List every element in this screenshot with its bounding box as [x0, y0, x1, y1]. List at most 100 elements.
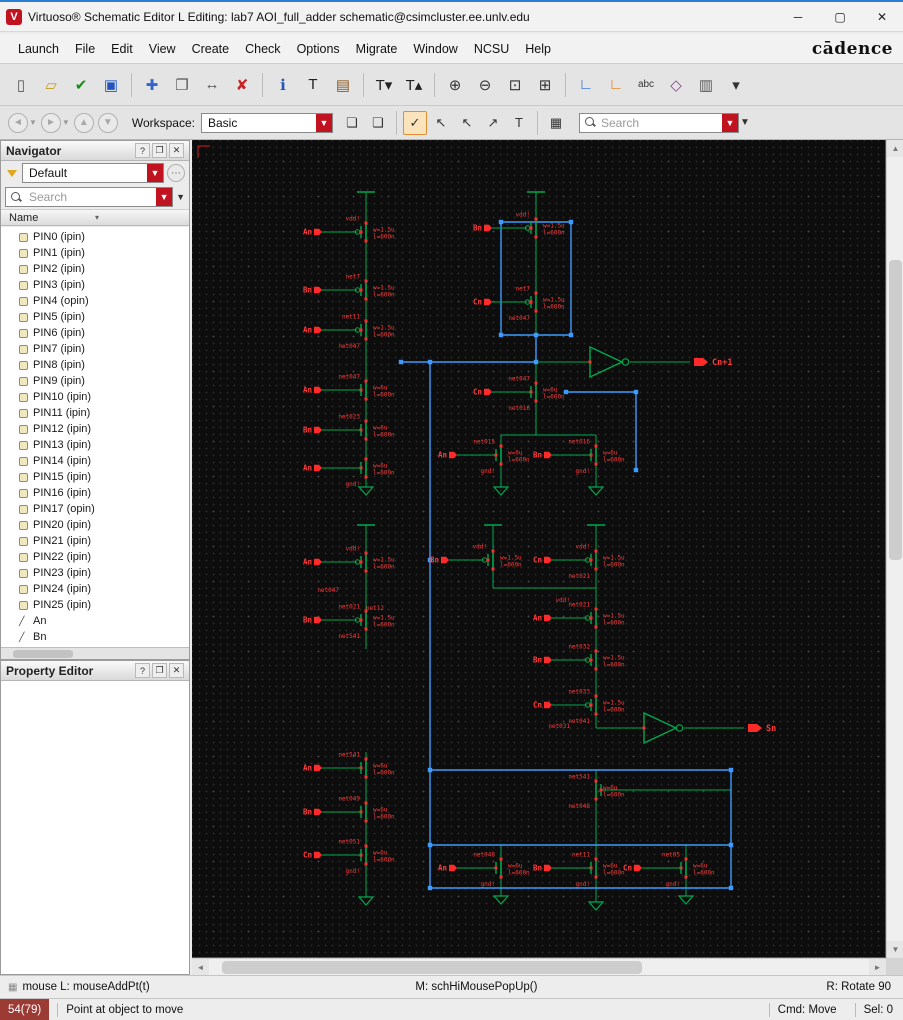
tree-item-pin3[interactable]: PIN3 (ipin) [7, 277, 189, 293]
tree-item-pin12[interactable]: PIN12 (ipin) [7, 421, 189, 437]
workspace-save-button[interactable]: ❏ [340, 111, 364, 135]
property-editor-help-button[interactable]: ? [135, 663, 150, 678]
scroll-up-icon[interactable]: ▲ [887, 140, 903, 157]
tree-item-pin4[interactable]: PIN4 (opin) [7, 293, 189, 309]
minimize-button[interactable]: ─ [777, 2, 819, 31]
zoom-fit-button[interactable]: ⊡ [501, 71, 529, 99]
property-editor-float-button[interactable]: ❐ [152, 663, 167, 678]
scroll-left-icon[interactable]: ◄ [192, 959, 209, 976]
tree-item-pin20[interactable]: PIN20 (ipin) [7, 517, 189, 533]
tree-item-pin13[interactable]: PIN13 (ipin) [7, 437, 189, 453]
menu-view[interactable]: View [141, 38, 184, 60]
tree-header[interactable]: Name ▾ [1, 209, 189, 226]
tree-item-pin15[interactable]: PIN15 (ipin) [7, 469, 189, 485]
tree-item-pin7[interactable]: PIN7 (ipin) [7, 341, 189, 357]
tree-item-pin14[interactable]: PIN14 (ipin) [7, 453, 189, 469]
nav-forward-button[interactable]: ► [40, 112, 61, 133]
navigator-search-input[interactable]: Search ▼ [5, 187, 174, 207]
delete-button[interactable]: ✘ [228, 71, 256, 99]
tree-item-pin21[interactable]: PIN21 (ipin) [7, 533, 189, 549]
hierarchy-up-button[interactable]: ▲ [73, 112, 94, 133]
probe-select-button[interactable]: ↗ [481, 111, 505, 135]
toolbar-overflow-icon[interactable]: ▼ [740, 117, 750, 128]
menu-create[interactable]: Create [184, 38, 238, 60]
navigator-collapse-icon[interactable]: ▼ [176, 192, 185, 202]
tree-item-pin11[interactable]: PIN11 (ipin) [7, 405, 189, 421]
hscroll-thumb[interactable] [222, 961, 642, 974]
vscroll-thumb[interactable] [889, 260, 902, 560]
tree-item-pin9[interactable]: PIN9 (ipin) [7, 373, 189, 389]
copy-button[interactable]: ❐ [168, 71, 196, 99]
hierarchy-down-button[interactable]: ▼ [97, 112, 118, 133]
tree-item-pin16[interactable]: PIN16 (ipin) [7, 485, 189, 501]
close-button[interactable]: ✕ [861, 2, 903, 31]
schematic-svg[interactable]: Anvdd!w=1.5ul=600nBnnet7w=1.5ul=600nAnne… [192, 140, 886, 960]
tree-item-bn[interactable]: ╱ Bn [7, 629, 189, 645]
tree-item-pin10[interactable]: PIN10 (ipin) [7, 389, 189, 405]
canvas-hscrollbar[interactable]: ◄ ► [192, 958, 886, 976]
navigator-more-button[interactable]: ⋯ [167, 164, 185, 182]
full-select-button[interactable]: ↖ [455, 111, 479, 135]
create-label-button[interactable]: T [299, 71, 327, 99]
navigator-hscrollbar[interactable] [1, 647, 189, 659]
create-label-abc-button[interactable]: abc [632, 71, 660, 99]
navigator-close-button[interactable]: ✕ [169, 143, 184, 158]
check-and-save-button[interactable]: ✔ [67, 71, 95, 99]
text-select-button[interactable]: T [507, 111, 531, 135]
save-button[interactable]: ▣ [97, 71, 125, 99]
create-pin-button[interactable]: ◇ [662, 71, 690, 99]
tree-item-pin24[interactable]: PIN24 (ipin) [7, 581, 189, 597]
toolbar-search-caret-icon[interactable]: ▼ [721, 113, 738, 132]
navigator-filter-caret-icon[interactable]: ▼ [147, 164, 163, 182]
stretch-button[interactable]: ↔ [198, 71, 226, 99]
navigator-search-caret-icon[interactable]: ▼ [156, 188, 173, 206]
tree-item-pin5[interactable]: PIN5 (ipin) [7, 309, 189, 325]
navigator-filter-select[interactable]: Default ▼ [22, 163, 164, 183]
schematic-canvas[interactable]: An vdd! w=1.5u l=600n Bn net7 w=1.5u l=600n An ne… [192, 140, 886, 958]
canvas-vscrollbar[interactable]: ▲ ▼ [886, 140, 903, 958]
menu-migrate[interactable]: Migrate [348, 38, 406, 60]
workspace-caret-icon[interactable]: ▼ [315, 113, 332, 132]
menu-check[interactable]: Check [237, 38, 288, 60]
zoom-out-button[interactable]: ⊖ [471, 71, 499, 99]
text-smaller-button[interactable]: T▾ [370, 71, 398, 99]
navigator-float-button[interactable]: ❐ [152, 143, 167, 158]
tree-item-pin25[interactable]: PIN25 (ipin) [7, 597, 189, 613]
toolbar-search-input[interactable]: Search ▼ [578, 112, 739, 133]
create-wire-button[interactable]: ∟ [572, 71, 600, 99]
snap-mode-button[interactable]: ▦ [544, 111, 568, 135]
move-button[interactable]: ✚ [138, 71, 166, 99]
tree-item-pin2[interactable]: PIN2 (ipin) [7, 261, 189, 277]
documentation-button[interactable]: ▤ [329, 71, 357, 99]
zoom-in-button[interactable]: ⊕ [441, 71, 469, 99]
tree-item-pin22[interactable]: PIN22 (ipin) [7, 549, 189, 565]
tree-item-pin8[interactable]: PIN8 (ipin) [7, 357, 189, 373]
workspace-select[interactable]: Basic ▼ [200, 112, 333, 133]
tree-item-pin1[interactable]: PIN1 (ipin) [7, 245, 189, 261]
navigator-help-button[interactable]: ? [135, 143, 150, 158]
maximize-button[interactable]: ▢ [819, 2, 861, 31]
nav-back-button-menu-icon[interactable]: ▼ [29, 118, 37, 127]
menu-options[interactable]: Options [289, 38, 348, 60]
toggle-panel-button[interactable]: ▥ [692, 71, 720, 99]
nav-back-button[interactable]: ◄ [8, 112, 28, 133]
partial-select-button[interactable]: ↖ [429, 111, 453, 135]
zoom-selected-button[interactable]: ⊞ [531, 71, 559, 99]
info-button[interactable]: ℹ [269, 71, 297, 99]
tree-item-pin0[interactable]: PIN0 (ipin) [7, 229, 189, 245]
menu-ncsu[interactable]: NCSU [466, 38, 517, 60]
menu-window[interactable]: Window [405, 38, 465, 60]
scroll-down-icon[interactable]: ▼ [887, 941, 903, 958]
open-button[interactable]: ▱ [37, 71, 65, 99]
text-larger-button[interactable]: T▴ [400, 71, 428, 99]
menu-edit[interactable]: Edit [103, 38, 141, 60]
create-wide-wire-button[interactable]: ∟ [602, 71, 630, 99]
menu-help[interactable]: Help [517, 38, 559, 60]
tree-item-pin23[interactable]: PIN23 (ipin) [7, 565, 189, 581]
property-editor-close-button[interactable]: ✕ [169, 663, 184, 678]
select-mode-button[interactable]: ✓ [402, 110, 427, 135]
workspace-revert-button[interactable]: ❏ [366, 111, 390, 135]
tree-item-an[interactable]: ╱ An [7, 613, 189, 629]
menu-launch[interactable]: Launch [10, 38, 67, 60]
tree-item-pin17[interactable]: PIN17 (opin) [7, 501, 189, 517]
